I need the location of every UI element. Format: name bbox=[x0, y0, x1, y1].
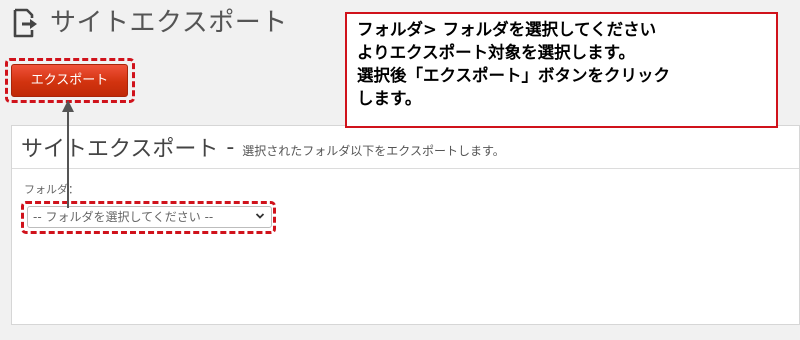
folder-select-value: -- フォルダを選択してください -- bbox=[33, 210, 214, 224]
callout-line: 選択後「エクスポート」ボタンをクリック bbox=[357, 66, 671, 85]
folder-label: フォルダ： bbox=[24, 183, 79, 196]
export-panel: サイトエクスポート - 選択されたフォルダ以下をエクスポートします。 フォルダ：… bbox=[11, 125, 800, 325]
callout-line: フォルダ> フォルダを選択してください bbox=[357, 20, 657, 39]
page-title: サイトエクスポート bbox=[50, 8, 288, 38]
panel-title-separator: - bbox=[226, 134, 235, 160]
callout-line: よりエクスポート対象を選択します。 bbox=[357, 43, 636, 62]
panel-header: サイトエクスポート - 選択されたフォルダ以下をエクスポートします。 bbox=[12, 126, 799, 169]
panel-title: サイトエクスポート bbox=[21, 137, 219, 162]
folder-select[interactable]: -- フォルダを選択してください -- bbox=[27, 206, 272, 228]
export-document-icon bbox=[13, 8, 37, 38]
callout-line: します。 bbox=[357, 89, 422, 108]
instruction-callout: フォルダ> フォルダを選択してください よりエクスポート対象を選択します。 選択… bbox=[345, 12, 778, 128]
export-button[interactable]: エクスポート bbox=[11, 64, 128, 97]
panel-description: 選択されたフォルダ以下をエクスポートします。 bbox=[242, 143, 505, 158]
chevron-down-icon bbox=[255, 213, 265, 219]
